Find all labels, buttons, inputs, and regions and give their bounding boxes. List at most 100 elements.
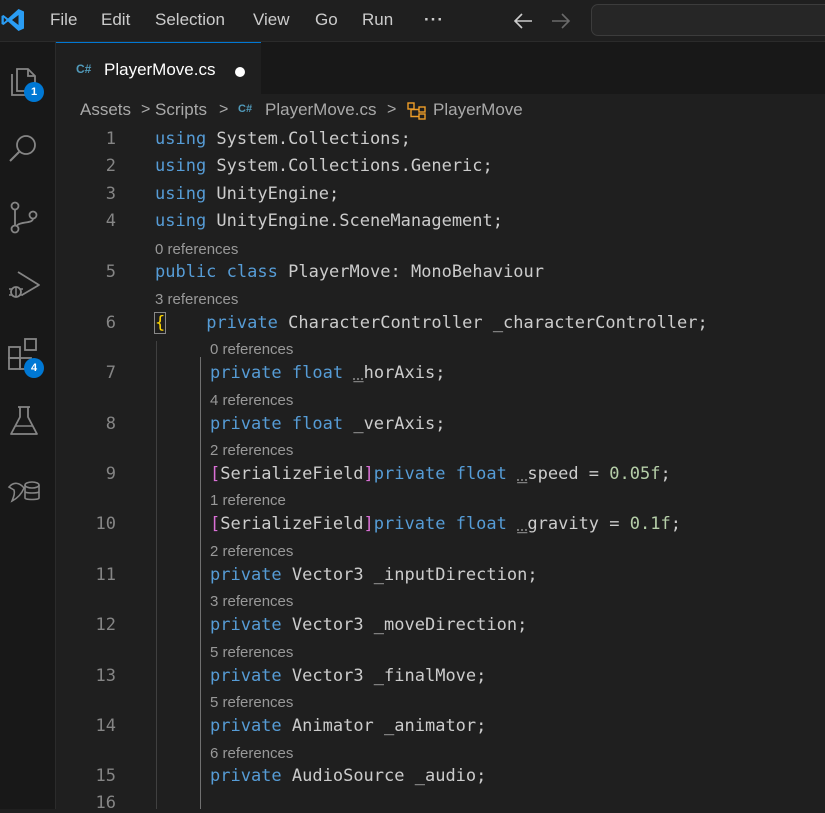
keyword: private — [210, 565, 282, 585]
indent-guide — [156, 341, 157, 809]
extensions-badge: 4 — [24, 358, 44, 378]
code-text: _characterController; — [482, 313, 708, 333]
codelens-references[interactable]: 3 references — [155, 291, 238, 308]
codelens-references[interactable]: 5 references — [210, 694, 293, 711]
search-button[interactable] — [0, 124, 48, 172]
explorer-button[interactable]: 1 — [0, 56, 48, 104]
type-name: Vector3 — [291, 666, 364, 686]
search-icon — [9, 135, 36, 162]
menu-go[interactable]: Go — [315, 10, 338, 30]
menu-run[interactable]: Run — [362, 10, 393, 30]
codelens-references[interactable]: 1 reference — [210, 492, 286, 509]
code-text: _moveDirection; — [363, 615, 528, 635]
run-debug-icon — [9, 271, 40, 298]
line-number: 10 — [95, 514, 116, 534]
bracket: [ — [210, 464, 221, 484]
menu-selection[interactable]: Selection — [155, 10, 225, 30]
unsaved-dot-icon[interactable] — [235, 67, 245, 77]
open-brace: { — [153, 312, 167, 334]
codelens-references[interactable]: 5 references — [210, 644, 293, 661]
line-number: 1 — [105, 129, 116, 149]
codelens-references[interactable]: 3 references — [210, 593, 293, 610]
keyword: private — [373, 514, 446, 534]
keyword: float — [455, 514, 507, 534]
line-number: 7 — [105, 363, 116, 383]
code-editor[interactable]: 1 2 3 4 5 6 7 8 9 10 11 12 13 14 15 16 u… — [56, 124, 825, 813]
codelens-references[interactable]: 0 references — [155, 241, 238, 258]
codelens-references[interactable]: 6 references — [210, 745, 293, 762]
keyword: using — [155, 211, 207, 231]
testing-button[interactable] — [0, 396, 48, 444]
breadcrumb-class[interactable]: PlayerMove — [433, 100, 523, 120]
code-text: System.Collections.Generic; — [206, 156, 493, 176]
extensions-button[interactable]: 4 — [0, 328, 48, 378]
code-text: _animator; — [373, 716, 487, 736]
indent-guide-active — [200, 357, 201, 809]
run-debug-button[interactable] — [0, 260, 48, 308]
code-text: horAxis; — [363, 363, 446, 383]
codelens-references[interactable]: 4 references — [210, 392, 293, 409]
code-text: UnityEngine; — [206, 184, 340, 204]
code-line: private AudioSource _audio; — [210, 766, 486, 786]
breadcrumb-separator: > — [141, 101, 151, 118]
codelens-references[interactable]: 2 references — [210, 543, 293, 560]
codelens-references[interactable]: 2 references — [210, 442, 293, 459]
database-icon — [7, 481, 40, 503]
code-text: ; — [670, 514, 681, 534]
codelens-references[interactable]: 0 references — [210, 341, 293, 358]
code-line: private Animator _animator; — [210, 716, 486, 736]
database-button[interactable] — [0, 464, 48, 512]
line-number: 15 — [95, 766, 116, 786]
menu-more-button[interactable]: ··· — [424, 10, 444, 30]
code-text: _inputDirection; — [363, 565, 538, 585]
tab-playermove[interactable]: C# PlayerMove.cs — [56, 42, 261, 96]
breadcrumb-scripts[interactable]: Scripts — [155, 100, 207, 120]
keyword: float — [291, 363, 344, 383]
code-line: private Vector3 _inputDirection; — [210, 565, 538, 585]
breadcrumb-assets[interactable]: Assets — [80, 100, 131, 120]
menu-view[interactable]: View — [253, 10, 290, 30]
keyword: using — [155, 129, 207, 149]
forward-arrow-icon[interactable] — [550, 11, 572, 31]
code-text: ; — [660, 464, 671, 484]
code-text: _ — [517, 514, 528, 534]
type-name: Animator — [291, 716, 374, 736]
code-line: private Vector3 _finalMove; — [210, 666, 486, 686]
breadcrumb-separator: > — [387, 101, 397, 118]
keyword: private — [210, 716, 282, 736]
tab-label: PlayerMove.cs — [104, 60, 216, 79]
code-line: public class PlayerMove: MonoBehaviour — [155, 262, 544, 282]
keyword: private — [210, 414, 282, 434]
menu-file[interactable]: File — [50, 10, 77, 30]
breadcrumb-file[interactable]: PlayerMove.cs — [265, 100, 376, 120]
code-text: _finalMove; — [363, 666, 487, 686]
code-line: using System.Collections; — [155, 129, 411, 149]
line-number: 12 — [95, 615, 116, 635]
keyword: private — [210, 363, 282, 383]
code-text: _audio; — [404, 766, 487, 786]
keyword: private — [210, 766, 282, 786]
menu-edit[interactable]: Edit — [101, 10, 130, 30]
back-arrow-icon[interactable] — [512, 11, 534, 31]
breadcrumb-separator: > — [219, 101, 229, 118]
code-line: using UnityEngine.SceneManagement; — [155, 211, 503, 231]
command-center-search[interactable] — [591, 4, 825, 36]
code-text: UnityEngine.SceneManagement; — [206, 211, 503, 231]
source-control-button[interactable] — [0, 192, 48, 240]
code-text: System.Collections; — [206, 129, 411, 149]
class-name: PlayerMove — [288, 262, 391, 282]
class-symbol-icon — [407, 102, 427, 125]
number-literal: 0.1f — [629, 514, 671, 534]
